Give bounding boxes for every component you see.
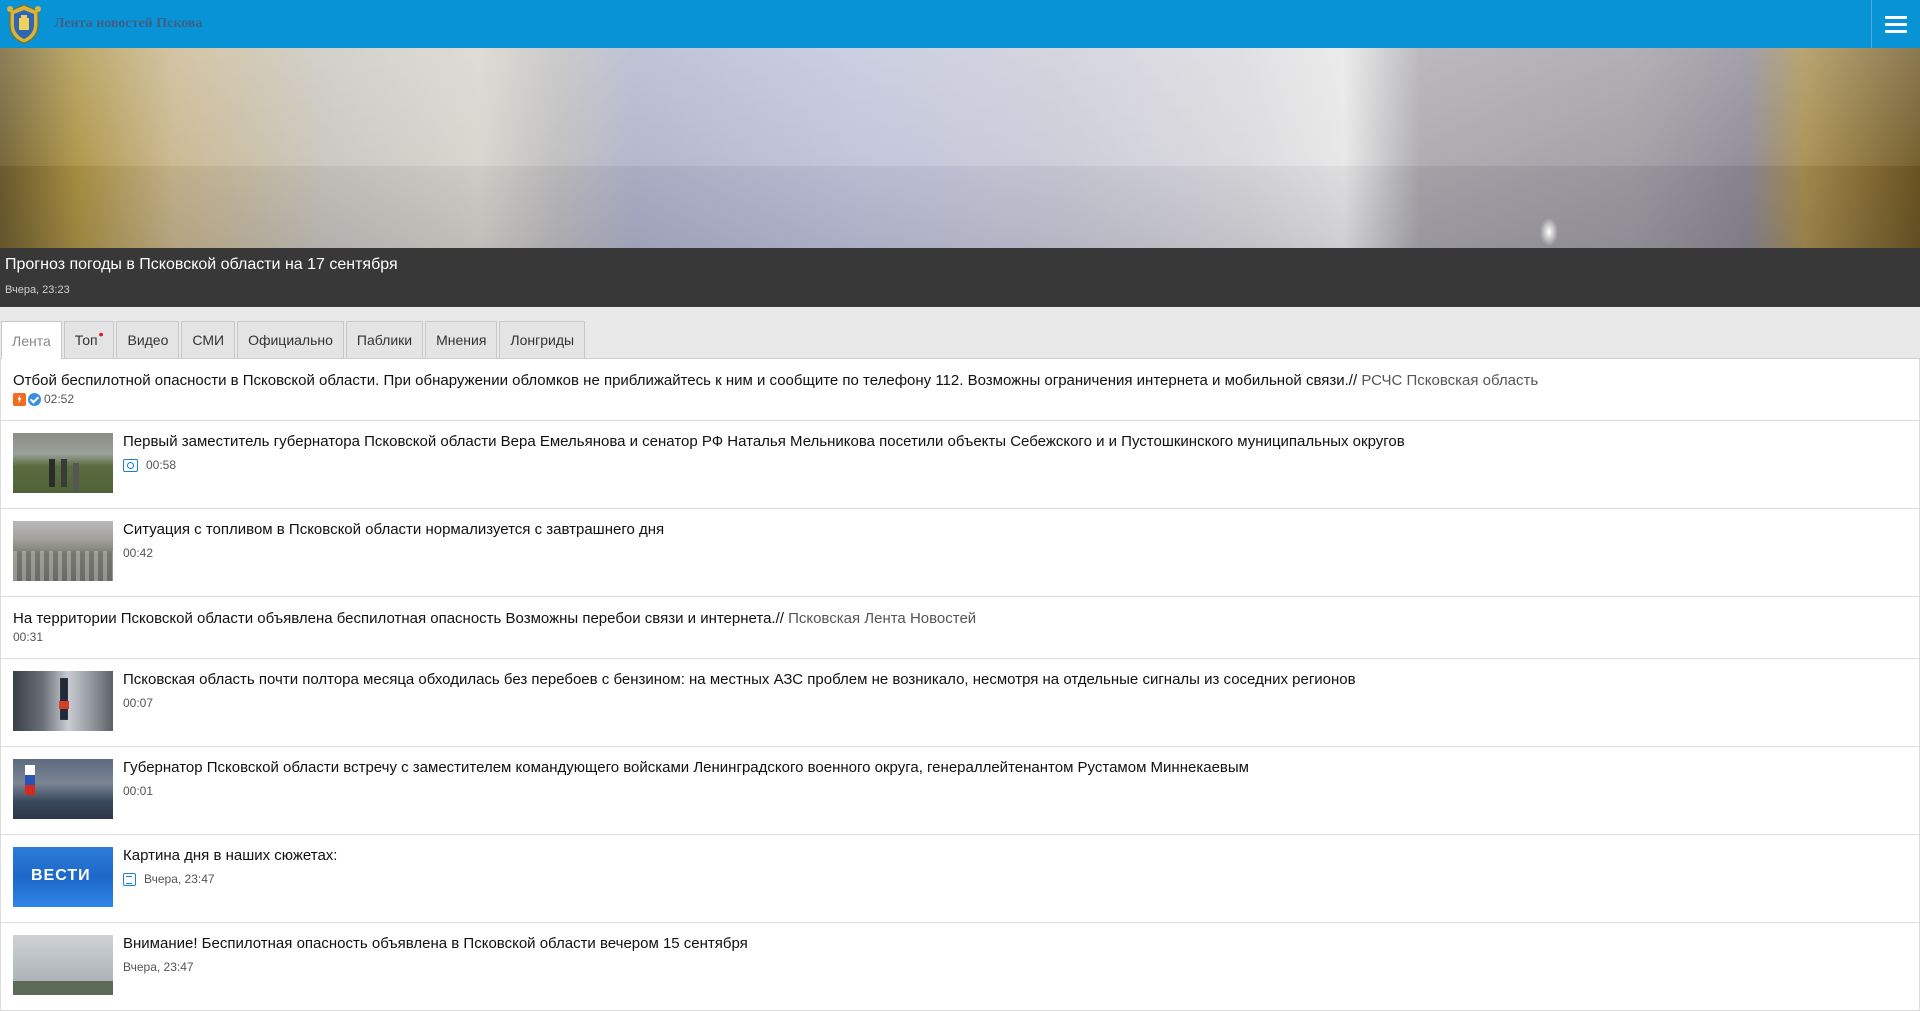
item-thumbnail[interactable] — [13, 671, 113, 731]
tabs-bar: Лента Топ • Видео СМИ Официально Паблики … — [0, 307, 1920, 359]
new-marker-icon: • — [98, 326, 104, 342]
news-feed: Отбой беспилотной опасности в Псковской … — [0, 359, 1920, 1011]
tab-top[interactable]: Топ • — [63, 321, 115, 358]
hero-title[interactable]: Прогноз погоды в Псковской области на 17… — [5, 256, 1915, 274]
item-meta: Вчера, 23:47 — [123, 872, 337, 886]
item-source-link[interactable]: Псковская Лента Новостей — [788, 610, 976, 627]
hamburger-menu-icon[interactable] — [1871, 0, 1920, 48]
hero-image[interactable] — [0, 48, 1920, 248]
thumbnail-logo-text: ВЕСТИ — [31, 867, 91, 884]
item-meta: 00:31 — [13, 630, 1907, 644]
tab-label: Мнения — [436, 332, 487, 348]
list-item[interactable]: Внимание! Беспилотная опасность объявлен… — [1, 923, 1919, 1011]
tab-smi[interactable]: СМИ — [181, 321, 236, 358]
tab-opinions[interactable]: Мнения — [425, 321, 498, 358]
tab-label: Лонгриды — [510, 332, 575, 348]
item-meta: 00:01 — [123, 784, 1249, 798]
list-item[interactable]: На территории Псковской области объявлен… — [1, 597, 1919, 659]
list-item[interactable]: Псковская область почти полтора месяца о… — [1, 659, 1919, 747]
list-item[interactable]: ВЕСТИ Картина дня в наших сюжетах: Вчера… — [1, 835, 1919, 923]
photo-icon — [123, 458, 138, 472]
tab-label: Официально — [248, 332, 333, 348]
item-meta: 00:07 — [123, 696, 1356, 710]
hero-caption: Прогноз погоды в Псковской области на 17… — [0, 248, 1920, 307]
list-item[interactable]: Губернатор Псковской области встречу с з… — [1, 747, 1919, 835]
item-time: 00:01 — [123, 784, 154, 798]
item-time: 00:31 — [13, 630, 44, 644]
item-thumbnail[interactable]: ВЕСТИ — [13, 847, 113, 907]
hero-time: Вчера, 23:23 — [5, 284, 70, 296]
item-meta: Вчера, 23:47 — [123, 960, 748, 974]
tab-longreads[interactable]: Лонгриды — [499, 321, 586, 358]
item-time: Вчера, 23:47 — [144, 872, 215, 886]
item-time: Вчера, 23:47 — [123, 960, 194, 974]
tab-official[interactable]: Официально — [237, 321, 344, 358]
item-title-text: Отбой беспилотной опасности в Псковской … — [13, 372, 1362, 389]
item-title[interactable]: Первый заместитель губернатора Псковской… — [123, 433, 1405, 451]
tab-label: СМИ — [192, 332, 225, 348]
tab-label: Паблики — [356, 332, 413, 348]
tab-label: Видео — [127, 332, 169, 348]
item-meta: 00:42 — [123, 546, 664, 560]
item-thumbnail[interactable] — [13, 759, 113, 819]
document-icon — [123, 872, 136, 886]
item-title[interactable]: Губернатор Псковской области встречу с з… — [123, 759, 1249, 777]
tab-label: Топ — [74, 332, 98, 348]
top-bar: Лента новостей Пскова — [0, 0, 1920, 48]
coat-of-arms-icon[interactable] — [0, 0, 48, 48]
item-time: 02:52 — [44, 392, 75, 406]
item-source-link[interactable]: РСЧС Псковская область — [1361, 372, 1538, 389]
flash-icon — [13, 392, 26, 406]
item-time: 00:07 — [123, 696, 154, 710]
site-title[interactable]: Лента новостей Пскова — [54, 16, 202, 32]
tab-lenta[interactable]: Лента — [1, 321, 62, 359]
item-thumbnail[interactable] — [13, 433, 113, 493]
item-meta: 02:52 — [13, 392, 1907, 406]
item-time: 00:42 — [123, 546, 154, 560]
tab-publics[interactable]: Паблики — [345, 321, 424, 358]
item-title-text: На территории Псковской области объявлен… — [13, 610, 789, 627]
tab-label: Лента — [12, 332, 51, 349]
item-time: 00:58 — [146, 458, 177, 472]
list-item[interactable]: Ситуация с топливом в Псковской области … — [1, 509, 1919, 597]
tab-video[interactable]: Видео — [116, 321, 180, 358]
item-thumbnail[interactable] — [13, 521, 113, 581]
item-thumbnail[interactable] — [13, 935, 113, 995]
item-title[interactable]: Картина дня в наших сюжетах: — [123, 847, 337, 865]
item-title[interactable]: Ситуация с топливом в Псковской области … — [123, 521, 664, 539]
item-title[interactable]: Псковская область почти полтора месяца о… — [123, 671, 1356, 689]
list-item[interactable]: Первый заместитель губернатора Псковской… — [1, 421, 1919, 509]
list-item[interactable]: Отбой беспилотной опасности в Псковской … — [1, 359, 1919, 421]
item-title[interactable]: Внимание! Беспилотная опасность объявлен… — [123, 935, 748, 953]
item-meta: 00:58 — [123, 458, 1405, 472]
verified-check-icon — [28, 392, 41, 406]
item-title[interactable]: На территории Псковской области объявлен… — [13, 610, 1907, 628]
item-title[interactable]: Отбой беспилотной опасности в Псковской … — [13, 372, 1907, 390]
